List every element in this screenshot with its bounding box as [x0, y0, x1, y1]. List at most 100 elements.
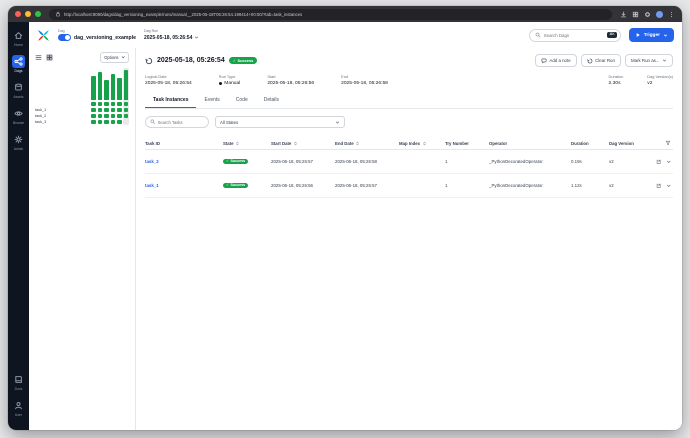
run-column[interactable]: [104, 68, 110, 125]
dag-name[interactable]: dag_versioning_example: [74, 35, 136, 41]
column-duration[interactable]: Duration: [571, 141, 609, 146]
dag-run-square[interactable]: [123, 101, 129, 106]
column-try-number[interactable]: Try Number: [445, 141, 489, 146]
close-window-button[interactable]: [15, 11, 21, 17]
tab-events[interactable]: Events: [196, 94, 227, 108]
column-task-id[interactable]: Task ID: [145, 141, 223, 146]
column-end-date[interactable]: End Date: [335, 141, 399, 146]
task-instance-square[interactable]: [91, 113, 96, 118]
panel-collapse-icon[interactable]: [35, 54, 42, 61]
tab-details[interactable]: Details: [256, 94, 287, 108]
search-icon: [150, 119, 156, 125]
sidebar-item-docs[interactable]: Docs: [12, 373, 25, 391]
add-note-button[interactable]: Add a note: [534, 54, 577, 67]
run-duration-bar-wrap: [110, 68, 116, 100]
extensions-icon[interactable]: [644, 11, 651, 18]
task-id-link[interactable]: task_2: [145, 159, 223, 164]
column-map-index[interactable]: Map Index: [399, 141, 445, 146]
sidebar-item-dags[interactable]: Dags: [12, 55, 25, 73]
task-instance-square[interactable]: [110, 113, 116, 118]
field-value: 2025-05-18, 05:26:56: [267, 81, 315, 86]
duration-cell: 1.12s: [571, 183, 582, 188]
trigger-dag-label: Trigger: [643, 32, 660, 38]
download-icon[interactable]: [620, 11, 627, 18]
grid-options-button[interactable]: Options: [100, 52, 129, 63]
dag-pause-toggle[interactable]: [58, 34, 71, 42]
run-duration-bar[interactable]: [110, 74, 116, 100]
task-instance-square[interactable]: [123, 107, 129, 112]
run-duration-bar[interactable]: [97, 72, 103, 100]
task-instance-square[interactable]: [91, 119, 96, 124]
run-column[interactable]: [123, 68, 129, 125]
run-duration-bar[interactable]: [91, 76, 96, 100]
run-duration-bar[interactable]: [117, 78, 122, 100]
grid-task-label[interactable]: task_3: [35, 119, 91, 125]
search-dags-box[interactable]: ⌘K: [528, 28, 621, 42]
sidebar-item-browse[interactable]: Browse: [12, 107, 25, 125]
task-instance-square[interactable]: [104, 119, 109, 124]
open-task-icon[interactable]: [656, 183, 662, 189]
run-tabs: Task Instances Events Code Details: [145, 94, 673, 109]
tab-code[interactable]: Code: [228, 94, 256, 108]
run-column[interactable]: [97, 68, 103, 125]
run-duration-bar[interactable]: [123, 70, 129, 100]
search-tasks-box[interactable]: [145, 116, 209, 128]
apps-icon[interactable]: [632, 11, 639, 18]
task-instance-square[interactable]: [91, 107, 96, 112]
clear-run-button[interactable]: Clear Run: [580, 54, 621, 67]
sidebar-item-user[interactable]: User: [12, 399, 25, 417]
column-dag-version[interactable]: Dag Version: [609, 141, 653, 146]
table-row[interactable]: task_1 ✓ Success 2025-05-18, 05:26:56 202…: [145, 174, 673, 198]
task-instance-square[interactable]: [117, 113, 122, 118]
grid-view-icon[interactable]: [46, 54, 53, 61]
maximize-window-button[interactable]: [35, 11, 41, 17]
chevron-down-icon: [663, 33, 668, 38]
task-instance-square[interactable]: [97, 113, 103, 118]
dag-run-selector[interactable]: 2025-05-18, 05:26:54: [144, 35, 199, 41]
table-row[interactable]: task_2 ✓ Success 2025-05-18, 05:26:57 202…: [145, 150, 673, 174]
task-instance-square[interactable]: [97, 107, 103, 112]
task-instance-square[interactable]: [123, 113, 129, 118]
tab-task-instances[interactable]: Task Instances: [145, 94, 197, 108]
run-duration-bar[interactable]: [104, 80, 109, 100]
task-instance-square[interactable]: [110, 107, 116, 112]
dag-run-square[interactable]: [110, 101, 116, 106]
run-column[interactable]: [110, 68, 116, 125]
minimize-window-button[interactable]: [25, 11, 31, 17]
search-icon: [535, 32, 541, 38]
search-dags-input[interactable]: [543, 32, 605, 38]
trigger-dag-button[interactable]: Trigger: [628, 28, 674, 42]
open-task-icon[interactable]: [656, 159, 662, 165]
state-filter-select[interactable]: All States: [215, 116, 345, 128]
run-column[interactable]: [91, 68, 97, 125]
sidebar-item-home[interactable]: Home: [12, 29, 25, 47]
dag-run-square[interactable]: [104, 101, 109, 106]
task-instance-square[interactable]: [110, 119, 116, 124]
row-expand-icon[interactable]: [666, 159, 672, 165]
sidebar-item-admin[interactable]: Admin: [12, 133, 25, 151]
run-column[interactable]: [117, 68, 123, 125]
dag-run-square[interactable]: [91, 101, 96, 106]
column-start-date[interactable]: Start Date: [271, 141, 335, 146]
task-instance-square[interactable]: [117, 107, 122, 112]
search-tasks-input[interactable]: [157, 119, 204, 125]
browser-menu-icon[interactable]: [668, 11, 675, 18]
column-filter[interactable]: [653, 140, 673, 146]
task-instance-square[interactable]: [104, 107, 109, 112]
task-instance-square[interactable]: [117, 119, 122, 124]
dag-run-label: Dag Run: [144, 29, 159, 34]
dag-run-square[interactable]: [117, 101, 122, 106]
sidebar-item-assets[interactable]: Assets: [12, 81, 25, 99]
field-logical-date: Logical Date 2025-05-18, 05:26:54: [145, 74, 192, 86]
dag-run-square[interactable]: [97, 101, 103, 106]
column-operator[interactable]: Operator: [489, 141, 571, 146]
address-bar[interactable]: http://localhost:8080/dags/dag_versionin…: [49, 8, 612, 20]
task-instance-square[interactable]: [97, 119, 103, 124]
column-state[interactable]: State: [223, 141, 271, 146]
field-label: Dag Version(s): [647, 74, 673, 79]
task-instance-square[interactable]: [104, 113, 109, 118]
task-id-link[interactable]: task_1: [145, 183, 223, 188]
row-expand-icon[interactable]: [666, 183, 672, 189]
profile-avatar[interactable]: [656, 10, 663, 18]
mark-run-as-button[interactable]: Mark Run as...: [624, 54, 673, 67]
